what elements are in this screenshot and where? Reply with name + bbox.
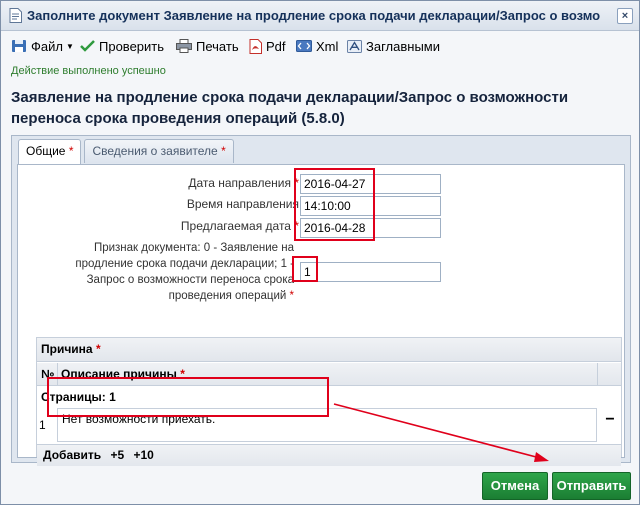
tab-general[interactable]: Общие * <box>18 139 82 165</box>
file-menu-label: Файл <box>31 38 63 54</box>
proposed-date-input[interactable] <box>300 218 441 238</box>
xml-icon <box>296 40 312 52</box>
tab-applicant[interactable]: Сведения о заявителе * <box>84 139 234 163</box>
tab-panel: Общие * Сведения о заявителе * Дата напр… <box>11 135 631 466</box>
tab-strip: Общие * Сведения о заявителе * <box>18 139 237 165</box>
column-description-header: Описание причины * <box>61 367 185 381</box>
pdf-button-label: Pdf <box>266 38 286 54</box>
row-number: 1 <box>39 418 46 432</box>
xml-button-label: Xml <box>316 38 339 54</box>
xml-button[interactable]: Xml <box>296 37 338 55</box>
check-button[interactable]: Проверить <box>80 37 164 55</box>
add-10-rows-button[interactable]: +10 <box>134 448 154 462</box>
proposed-date-label: Предлагаемая дата * <box>180 219 299 233</box>
send-time-label: Время направления <box>186 197 299 211</box>
title-bar: Заполните документ Заявление на продлени… <box>1 1 639 31</box>
close-button[interactable]: × <box>617 8 633 24</box>
reason-grid: Причина * № Описание причины * Страницы:… <box>36 337 622 466</box>
tab-applicant-label: Сведения о заявителе <box>92 144 218 158</box>
floppy-icon <box>12 40 26 52</box>
checkmark-icon <box>80 40 95 52</box>
remove-row-button[interactable]: − <box>603 410 617 430</box>
chevron-down-icon: ▼ <box>65 41 74 51</box>
pages-indicator: Страницы: 1 <box>41 390 116 404</box>
send-time-input[interactable] <box>300 196 441 216</box>
required-mark: * <box>68 144 74 158</box>
send-date-label: Дата направления * <box>188 176 299 190</box>
cancel-button[interactable]: Отмена <box>482 472 548 500</box>
uppercase-button[interactable]: Заглавными <box>347 37 440 55</box>
document-icon <box>9 8 22 23</box>
window-title: Заполните документ Заявление на продлени… <box>27 8 601 23</box>
submit-button[interactable]: Отправить <box>552 472 631 500</box>
check-button-label: Проверить <box>99 38 165 54</box>
send-date-input[interactable] <box>300 174 441 194</box>
print-button-label: Печать <box>196 38 239 54</box>
printer-icon <box>176 39 192 53</box>
pdf-icon <box>249 38 262 54</box>
required-mark: * <box>221 144 226 158</box>
tab-general-label: Общие <box>26 144 66 158</box>
uppercase-icon <box>347 39 362 53</box>
tab-content: Дата направления * Время направления Пре… <box>17 164 625 466</box>
print-button[interactable]: Печать <box>176 37 239 55</box>
doc-sign-label: Признак документа: 0 - Заявление на прод… <box>75 242 294 302</box>
uppercase-button-label: Заглавными <box>366 38 440 54</box>
pdf-button[interactable]: Pdf <box>249 37 286 55</box>
add-5-rows-button[interactable]: +5 <box>110 448 124 462</box>
column-divider <box>57 363 58 385</box>
column-divider <box>597 363 598 385</box>
status-message: Действие выполнено успешно <box>11 65 166 77</box>
dialog-window: Заполните документ Заявление на продлени… <box>0 0 640 505</box>
reason-grid-title: Причина * <box>37 338 621 362</box>
reason-description-input[interactable]: Нет возможности приехать. <box>57 408 597 442</box>
file-menu[interactable]: Файл ▼ <box>11 37 74 55</box>
reason-grid-footer: Добавить +5 +10 <box>37 444 621 466</box>
toolbar: Файл ▼ Проверить Печать Pdf Xml Заглавны… <box>1 32 639 60</box>
doc-sign-input[interactable] <box>300 262 441 282</box>
reason-grid-header: № Описание причины * <box>37 363 621 386</box>
add-row-button[interactable]: Добавить <box>43 448 101 462</box>
page-title: Заявление на продление срока подачи декл… <box>11 89 569 127</box>
column-number-header: № <box>41 367 55 381</box>
